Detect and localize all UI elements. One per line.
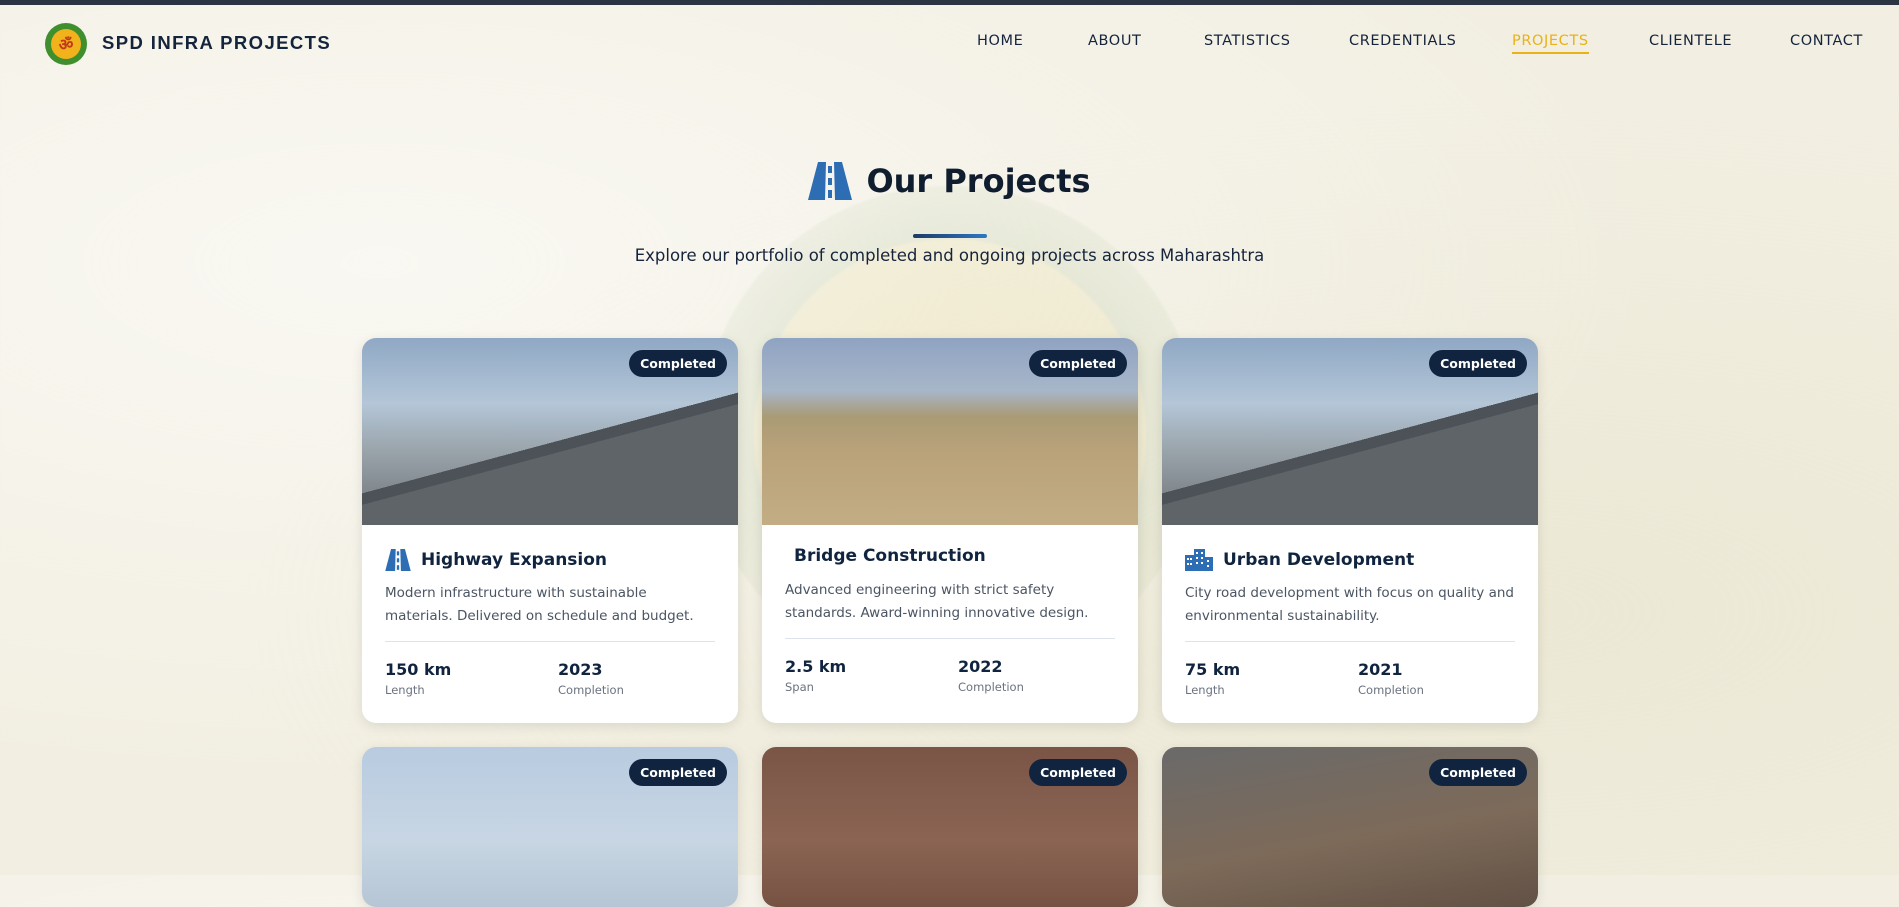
- project-card-4[interactable]: Completed: [362, 747, 738, 907]
- page-title: Our Projects: [866, 162, 1091, 200]
- stat-completion: 2023 Completion: [558, 660, 624, 697]
- road-icon: [808, 162, 853, 200]
- stat-value: 2021: [1358, 660, 1403, 679]
- stat-label: Span: [785, 680, 814, 694]
- project-card-highway[interactable]: Completed Highway Expansion Modern infra…: [362, 338, 738, 723]
- card-description: Modern infrastructure with sustainable m…: [385, 585, 694, 624]
- card-heading: Bridge Construction: [794, 546, 986, 566]
- stat-label: Completion: [958, 680, 1024, 694]
- stat-label: Length: [385, 683, 425, 697]
- stat-value: 75 km: [1185, 660, 1241, 679]
- project-card-urban[interactable]: Completed Urban Development City road de…: [1162, 338, 1538, 723]
- nav-credentials[interactable]: CREDENTIALS: [1349, 33, 1456, 49]
- stat-label: Completion: [1358, 683, 1424, 697]
- top-border: [0, 0, 1899, 5]
- status-badge: Completed: [629, 350, 727, 377]
- status-badge: Completed: [629, 759, 727, 786]
- card-title: Highway Expansion: [421, 550, 608, 570]
- main-navigation: HOME ABOUT STATISTICS CREDENTIALS PROJEC…: [0, 33, 1899, 63]
- stat-value: 2023: [558, 660, 603, 679]
- card-heading: Urban Development: [1185, 549, 1414, 571]
- card-description: City road development with focus on qual…: [1185, 585, 1514, 624]
- status-badge: Completed: [1029, 350, 1127, 377]
- status-badge: Completed: [1429, 759, 1527, 786]
- stat-value: 2.5 km: [785, 657, 847, 676]
- nav-clientele[interactable]: CLIENTELE: [1649, 33, 1732, 49]
- stat-label: Completion: [558, 683, 624, 697]
- project-card-5[interactable]: Completed: [762, 747, 1138, 907]
- stat-span: 2.5 km Span: [785, 657, 846, 694]
- status-badge: Completed: [1029, 759, 1127, 786]
- stat-length: 75 km Length: [1185, 660, 1240, 697]
- nav-contact[interactable]: CONTACT: [1790, 33, 1863, 49]
- nav-home[interactable]: HOME: [977, 33, 1023, 49]
- stat-completion: 2021 Completion: [1358, 660, 1424, 697]
- card-divider: [385, 641, 715, 642]
- nav-projects[interactable]: PROJECTS: [1512, 33, 1589, 54]
- nav-statistics[interactable]: STATISTICS: [1204, 33, 1291, 49]
- card-divider: [1185, 641, 1515, 642]
- card-divider: [785, 638, 1115, 639]
- status-badge: Completed: [1429, 350, 1527, 377]
- nav-about[interactable]: ABOUT: [1088, 33, 1142, 49]
- card-description: Advanced engineering with strict safety …: [785, 582, 1089, 621]
- road-icon: [385, 549, 411, 571]
- page-subtitle: Explore our portfolio of completed and o…: [634, 246, 1265, 265]
- stat-value: 150 km: [385, 660, 452, 679]
- stat-label: Length: [1185, 683, 1225, 697]
- stat-length: 150 km Length: [385, 660, 451, 697]
- card-heading: Highway Expansion: [385, 549, 607, 571]
- city-icon: [1185, 549, 1213, 571]
- stat-completion: 2022 Completion: [958, 657, 1024, 694]
- project-card-6[interactable]: Completed: [1162, 747, 1538, 907]
- project-card-bridge[interactable]: Completed Bridge Construction Advanced e…: [762, 338, 1138, 723]
- card-title: Bridge Construction: [794, 546, 986, 566]
- section-heading: Our Projects: [0, 162, 1899, 200]
- title-underline: [913, 234, 987, 238]
- card-title: Urban Development: [1223, 550, 1415, 570]
- stat-value: 2022: [958, 657, 1003, 676]
